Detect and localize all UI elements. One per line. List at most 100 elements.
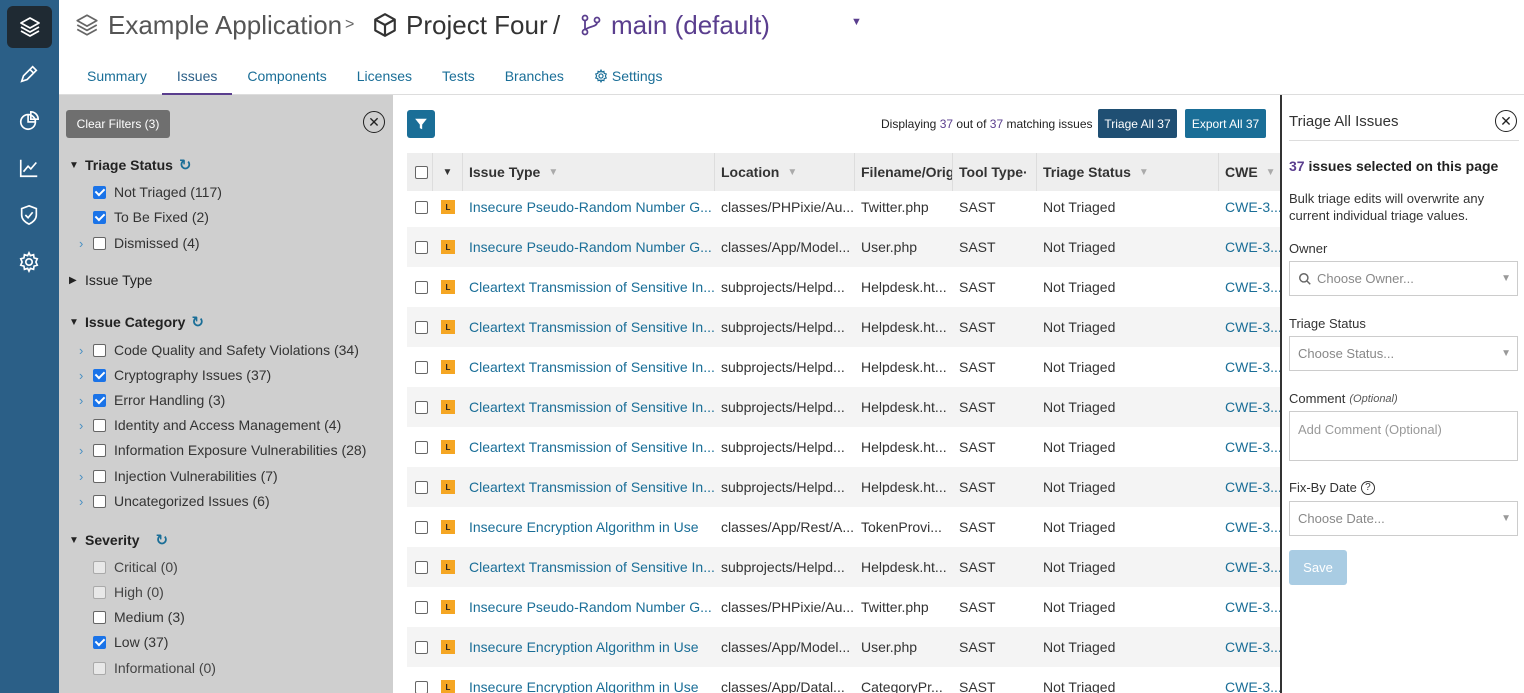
column-tool-type[interactable]: Tool Type· [953,153,1037,191]
column-cwe[interactable]: CWE ▼ [1219,153,1280,191]
sort-caret-icon[interactable]: ▼ [433,153,463,191]
cell-issue-type[interactable]: Cleartext Transmission of Sensitive In..… [463,347,715,387]
fixby-date-select[interactable]: Choose Date... ▼ [1289,501,1518,536]
row-select-cell[interactable] [407,227,433,267]
branch-selector[interactable]: main (default) [579,8,770,42]
filter-option[interactable]: › Information Exposure Vulnerabilities (2… [79,440,366,460]
checkbox[interactable] [93,635,106,649]
cell-issue-type[interactable]: Insecure Encryption Algorithm in Use [463,507,715,547]
select-all-checkbox[interactable] [415,165,428,179]
triage-all-button[interactable]: Triage All 37 [1098,109,1177,138]
checkbox[interactable] [93,393,106,407]
chevron-right-icon[interactable]: › [79,418,93,433]
refresh-icon[interactable]: ↻ [179,156,192,174]
column-triage-status[interactable]: Triage Status ▼ [1037,153,1219,191]
shield-check-icon[interactable] [17,203,41,227]
cell-cwe[interactable]: CWE-3... [1219,627,1280,667]
chevron-right-icon[interactable]: › [79,443,93,458]
row-checkbox[interactable] [415,520,428,534]
table-row[interactable]: L Cleartext Transmission of Sensitive In.… [407,387,1280,427]
cell-issue-type[interactable]: Insecure Encryption Algorithm in Use [463,627,715,667]
checkbox[interactable] [93,418,106,432]
cell-issue-type[interactable]: Cleartext Transmission of Sensitive In..… [463,467,715,507]
row-select-cell[interactable] [407,267,433,307]
row-checkbox[interactable] [415,320,428,334]
column-filename[interactable]: Filename/Orig [855,153,953,191]
breadcrumb-project[interactable]: Project Four [372,8,548,42]
table-row[interactable]: L Insecure Pseudo-Random Number G... class… [407,187,1280,227]
table-row[interactable]: L Insecure Pseudo-Random Number G... class… [407,227,1280,267]
filter-option[interactable]: › Code Quality and Safety Violations (34) [79,340,359,360]
table-row[interactable]: L Cleartext Transmission of Sensitive In.… [407,347,1280,387]
cell-issue-type[interactable]: Cleartext Transmission of Sensitive In..… [463,427,715,467]
cell-issue-type[interactable]: Cleartext Transmission of Sensitive In..… [463,267,715,307]
cell-cwe[interactable]: CWE-3... [1219,267,1280,307]
pen-tool-icon[interactable] [17,62,41,86]
checkbox[interactable] [93,494,106,508]
close-triage-icon[interactable]: ✕ [1495,110,1517,132]
tab-summary[interactable]: Summary [72,62,162,95]
chevron-down-icon[interactable]: ▼ [851,16,862,28]
filter-option[interactable]: Medium (3) [93,607,185,627]
checkbox[interactable] [93,368,106,382]
table-row[interactable]: L Cleartext Transmission of Sensitive In.… [407,307,1280,347]
row-select-cell[interactable] [407,627,433,667]
column-location[interactable]: Location ▼ [715,153,855,191]
cell-issue-type[interactable]: Insecure Pseudo-Random Number G... [463,587,715,627]
filter-option[interactable]: › Cryptography Issues (37) [79,365,271,385]
row-select-cell[interactable] [407,547,433,587]
cell-issue-type[interactable]: Insecure Encryption Algorithm in Use [463,667,715,693]
row-checkbox[interactable] [415,280,428,294]
breadcrumb-app[interactable]: Example Application [74,8,342,42]
filter-section-severity[interactable]: ▼ Severity ↻ [69,531,168,549]
filter-section-issue-type[interactable]: ▶ Issue Type [69,272,152,288]
cell-cwe[interactable]: CWE-3... [1219,307,1280,347]
triage-status-select[interactable]: Choose Status... ▼ [1289,336,1518,371]
filter-option[interactable]: › Injection Vulnerabilities (7) [79,466,278,486]
cell-cwe[interactable]: CWE-3... [1219,227,1280,267]
cell-cwe[interactable]: CWE-3... [1219,347,1280,387]
table-row[interactable]: L Cleartext Transmission of Sensitive In.… [407,467,1280,507]
row-select-cell[interactable] [407,467,433,507]
column-issue-type[interactable]: Issue Type ▼ [463,153,715,191]
filter-option[interactable]: › Uncategorized Issues (6) [79,491,270,511]
row-select-cell[interactable] [407,667,433,693]
cell-issue-type[interactable]: Insecure Pseudo-Random Number G... [463,227,715,267]
cell-issue-type[interactable]: Insecure Pseudo-Random Number G... [463,187,715,227]
cell-cwe[interactable]: CWE-3... [1219,187,1280,227]
cell-issue-type[interactable]: Cleartext Transmission of Sensitive In..… [463,547,715,587]
gear-icon[interactable] [17,250,41,274]
checkbox[interactable] [93,610,106,624]
table-row[interactable]: L Insecure Pseudo-Random Number G... class… [407,587,1280,627]
cell-cwe[interactable]: CWE-3... [1219,507,1280,547]
filter-option[interactable]: › Error Handling (3) [79,390,225,410]
row-select-cell[interactable] [407,507,433,547]
layers-logo-icon[interactable] [7,6,52,48]
refresh-icon[interactable]: ↻ [191,313,204,331]
owner-select[interactable]: Choose Owner... ▼ [1289,261,1518,296]
row-checkbox[interactable] [415,440,428,454]
chevron-right-icon[interactable]: › [79,343,93,358]
cell-cwe[interactable]: CWE-3... [1219,467,1280,507]
tab-licenses[interactable]: Licenses [342,62,427,95]
cell-cwe[interactable]: CWE-3... [1219,427,1280,467]
table-row[interactable]: L Insecure Encryption Algorithm in Use cla… [407,667,1280,693]
checkbox[interactable] [93,443,106,457]
table-row[interactable]: L Cleartext Transmission of Sensitive In.… [407,427,1280,467]
filter-option[interactable]: Low (37) [93,632,168,652]
tab-branches[interactable]: Branches [490,62,579,95]
filter-toggle-button[interactable] [407,110,435,138]
filter-option[interactable]: To Be Fixed (2) [93,207,209,227]
chevron-right-icon[interactable]: › [79,236,93,251]
row-checkbox[interactable] [415,360,428,374]
close-filters-icon[interactable]: ✕ [363,111,385,133]
row-checkbox[interactable] [415,240,428,254]
table-row[interactable]: L Cleartext Transmission of Sensitive In.… [407,267,1280,307]
filter-section-issue-category[interactable]: ▼ Issue Category ↻ [69,313,204,331]
table-row[interactable]: L Cleartext Transmission of Sensitive In.… [407,547,1280,587]
row-select-cell[interactable] [407,307,433,347]
trend-chart-icon[interactable] [17,156,41,180]
cell-issue-type[interactable]: Cleartext Transmission of Sensitive In..… [463,307,715,347]
tab-settings[interactable]: Settings [579,62,678,95]
row-checkbox[interactable] [415,480,428,494]
